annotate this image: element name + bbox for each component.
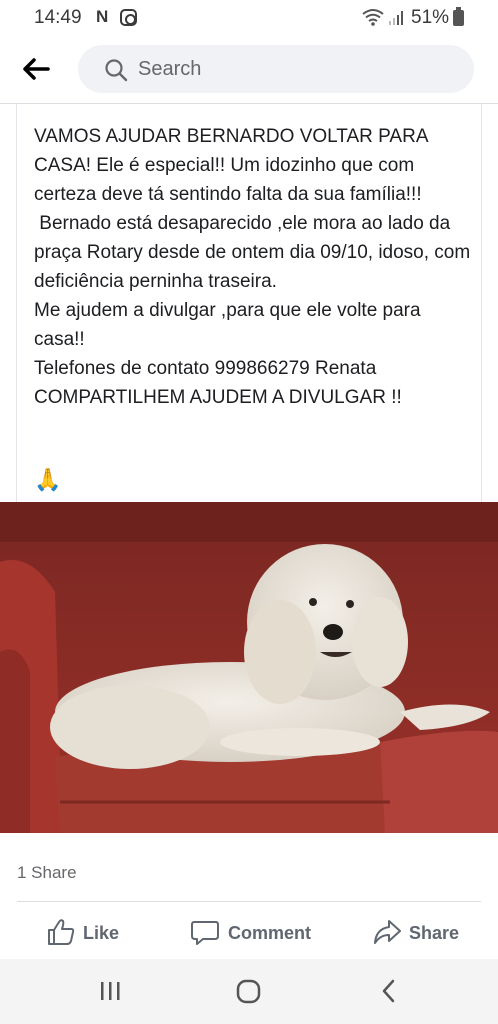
notification-n-icon: N: [96, 7, 109, 26]
share-arrow-icon: [374, 920, 401, 944]
thumbs-up-icon: [48, 919, 75, 945]
divider: [17, 901, 481, 902]
like-label: Like: [83, 923, 120, 943]
instagram-icon: [120, 9, 137, 26]
top-bar: Search: [0, 36, 498, 104]
praying-hands-emoji: 🙏: [34, 467, 62, 492]
nav-back-button[interactable]: [370, 973, 410, 1009]
search-input[interactable]: Search: [78, 45, 474, 93]
post-photo[interactable]: [0, 502, 498, 833]
home-icon: [236, 979, 261, 1004]
post-text: VAMOS AJUDAR BERNARDO VOLTAR PARA CASA! …: [34, 126, 471, 408]
comment-label: Comment: [228, 923, 312, 943]
status-bar: 14:49 N 51%: [0, 0, 498, 36]
share-count[interactable]: 1 Share: [17, 863, 77, 883]
battery-percent: 51%: [411, 7, 450, 28]
recent-apps-button[interactable]: [92, 973, 132, 1009]
search-icon: [105, 59, 128, 82]
engagement-bar: 1 Share Like Comment Share: [0, 833, 498, 959]
home-button[interactable]: [230, 973, 270, 1009]
android-nav-bar: [0, 959, 498, 1024]
back-button[interactable]: [18, 52, 58, 88]
share-button[interactable]: Share: [372, 915, 467, 951]
share-label: Share: [409, 923, 460, 943]
dog-on-sofa-image: [0, 502, 498, 833]
signal-icon: [389, 11, 403, 25]
back-icon: [382, 979, 395, 1003]
battery-icon: [453, 7, 464, 26]
comment-icon: [191, 921, 219, 945]
comment-button[interactable]: Comment: [190, 915, 320, 951]
like-button[interactable]: Like: [46, 915, 136, 951]
search-placeholder: Search: [138, 58, 202, 80]
wifi-icon: [362, 9, 384, 26]
status-time: 14:49: [34, 7, 82, 28]
arrow-left-icon: [23, 58, 50, 80]
recent-apps-icon: [101, 982, 120, 1000]
